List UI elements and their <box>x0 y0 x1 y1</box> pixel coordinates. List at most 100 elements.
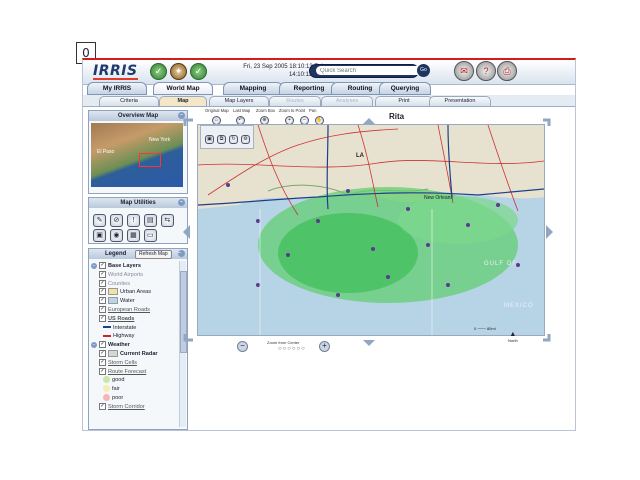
tab-map-layers[interactable]: Map Layers <box>209 96 269 107</box>
pan-east-arrow[interactable] <box>546 225 553 239</box>
legend-item: ✓ European Roads <box>91 306 177 315</box>
legend-item-label: fair <box>112 386 120 393</box>
legend-list: − ✓ Base Layers ✓ World Airports ✓ Counties ✓ Ur… <box>91 262 177 412</box>
zoom-level-dots[interactable]: ○○○○○○ <box>278 346 306 352</box>
main-navigation: My IRRIS World Map Mapping Reporting Rou… <box>83 82 575 95</box>
tab-presentation[interactable]: Presentation <box>429 96 491 107</box>
legend-item-label: World Airports <box>108 271 144 278</box>
zoom-in-button[interactable]: + <box>319 341 330 352</box>
overview-viewport-box[interactable] <box>139 153 161 167</box>
pan-west-arrow[interactable] <box>183 225 190 239</box>
layer-checkbox[interactable]: ✓ <box>99 262 106 270</box>
route-icon[interactable]: ⇆ <box>160 214 174 227</box>
layer-checkbox[interactable]: ✓ <box>99 288 106 296</box>
printer-icon[interactable]: ⎙ <box>497 61 517 81</box>
seal-icon: ✓ <box>150 63 167 80</box>
legend-swatch <box>108 297 118 305</box>
tab-criteria[interactable]: Criteria <box>99 96 159 107</box>
agency-emblem-icon: ✓ <box>190 63 207 80</box>
map-scale-bar: 0 ─── 80mi <box>474 326 496 331</box>
settings-icon[interactable]: ⚙ <box>241 135 250 144</box>
irris-logo: IRRIS <box>93 63 138 79</box>
eagle-emblem-icon: ✦ <box>170 63 187 80</box>
refresh-map-button[interactable]: Refresh Map <box>135 250 172 259</box>
legend-dot <box>103 385 110 393</box>
map-canvas[interactable]: LA New Orleans GULF OF MEXICO 0 ─── 80mi <box>198 125 544 335</box>
north-arrow-icon: ▲ <box>509 331 517 338</box>
legend-dot <box>103 393 110 401</box>
legend-item: ✓ US Roads <box>91 314 177 324</box>
nav-my-irris[interactable]: My IRRIS <box>87 82 147 95</box>
nav-reporting[interactable]: Reporting <box>279 82 339 95</box>
edt-time: 14:10:13 EDT <box>288 72 326 78</box>
legend-item-label[interactable]: Storm Cells <box>108 360 137 366</box>
legend-item: good <box>91 376 177 385</box>
expand-collapse-icon[interactable]: − <box>91 262 97 269</box>
legend-item-label: Current Radar <box>120 350 158 357</box>
quick-search-input[interactable] <box>316 66 422 75</box>
legend-item-label: Weather <box>108 342 130 349</box>
legend-item: ✓ Counties <box>91 279 177 289</box>
tab-print[interactable]: Print <box>375 96 433 107</box>
map-mini-toolbar: ▣ ⧉ ↻ ⚙ <box>200 125 254 149</box>
pan-southwest-arrow[interactable] <box>183 334 193 342</box>
layer-checkbox[interactable]: ✓ <box>99 349 106 357</box>
irris-app-window: IRRIS ✓ ✦ ✓ Fri, 23 Sep 2005 18:10:13 Zu… <box>82 58 576 431</box>
legend-item-label[interactable]: European Roads <box>108 307 150 313</box>
nav-mapping[interactable]: Mapping <box>223 82 283 95</box>
legend-item: ✓ Storm Corridor <box>91 402 177 412</box>
layer-checkbox[interactable]: ✓ <box>99 367 106 375</box>
legend-item: − ✓ Base Layers <box>91 262 177 271</box>
legend-item-label: Base Layers <box>108 263 141 269</box>
pan-northwest-arrow[interactable] <box>183 118 193 126</box>
pan-south-arrow[interactable] <box>363 340 375 346</box>
legend-item-label[interactable]: US Roads <box>108 316 134 322</box>
tab-map[interactable]: Map <box>159 96 207 107</box>
layer-checkbox[interactable]: ✓ <box>99 270 106 278</box>
layer-checkbox[interactable]: ✓ <box>99 402 106 410</box>
utility-icons: ✎ ⊘ ! ▤ ⇆ ▣ ◉ ▦ ▭ <box>92 213 184 243</box>
refresh-map-icon[interactable]: ↻ <box>229 135 238 144</box>
folder-icon[interactable]: ▭ <box>143 229 157 242</box>
overview-map-image[interactable]: New York El Paso <box>91 123 183 187</box>
zulu-time: Fri, 23 Sep 2005 18:10:13 Zulu <box>243 64 326 70</box>
legend-item: ✓ Urban Areas <box>91 288 177 297</box>
zoom-out-button[interactable]: − <box>237 341 248 352</box>
layer-checkbox[interactable]: ✓ <box>99 306 106 313</box>
legend-item: ✓ Water <box>91 297 177 306</box>
expand-collapse-icon[interactable]: − <box>91 341 97 348</box>
legend-item-label: Highway <box>113 333 135 340</box>
grid-icon[interactable]: ▦ <box>126 229 140 242</box>
legend-item: Highway <box>91 332 177 341</box>
legend-item-label[interactable]: Storm Corridor <box>108 404 145 410</box>
search-go-button[interactable]: Go <box>417 64 430 77</box>
layer-checkbox[interactable]: ✓ <box>99 297 106 305</box>
nav-world-map[interactable]: World Map <box>153 82 213 95</box>
no-entry-icon[interactable]: ⊘ <box>109 214 123 227</box>
layer-checkbox[interactable]: ✓ <box>99 314 106 322</box>
copy-map-icon[interactable]: ⧉ <box>217 135 226 144</box>
edit-icon[interactable]: ✎ <box>93 214 106 227</box>
legend-item-label: Counties <box>108 280 131 287</box>
legend-item: ✓ World Airports <box>91 270 177 280</box>
nav-querying[interactable]: Querying <box>379 82 431 95</box>
chart-icon[interactable]: ▤ <box>143 214 157 227</box>
main-map[interactable]: LA New Orleans GULF OF MEXICO 0 ─── 80mi… <box>197 124 545 336</box>
mail-icon[interactable]: ✉ <box>454 61 474 81</box>
legend-item-label[interactable]: Route Forecast <box>108 369 146 375</box>
save-icon[interactable]: ▣ <box>93 229 106 242</box>
layer-checkbox[interactable]: ✓ <box>99 341 106 349</box>
help-icon[interactable]: ? <box>476 61 496 81</box>
legend-item: fair <box>91 385 177 394</box>
legend-item: Interstate <box>91 324 177 333</box>
legend-item-label: Urban Areas <box>120 289 152 296</box>
map-label-la: LA <box>356 153 365 159</box>
save-map-icon[interactable]: ▣ <box>205 135 214 144</box>
legend-item: ✓ Storm Cells <box>91 358 177 368</box>
layer-checkbox[interactable]: ✓ <box>99 358 106 366</box>
alert-icon[interactable]: ! <box>126 214 140 227</box>
legend-line-swatch <box>103 334 111 337</box>
camera-icon[interactable]: ◉ <box>109 229 123 242</box>
map-label-new-orleans: New Orleans <box>424 195 453 201</box>
layer-checkbox[interactable]: ✓ <box>99 279 106 287</box>
